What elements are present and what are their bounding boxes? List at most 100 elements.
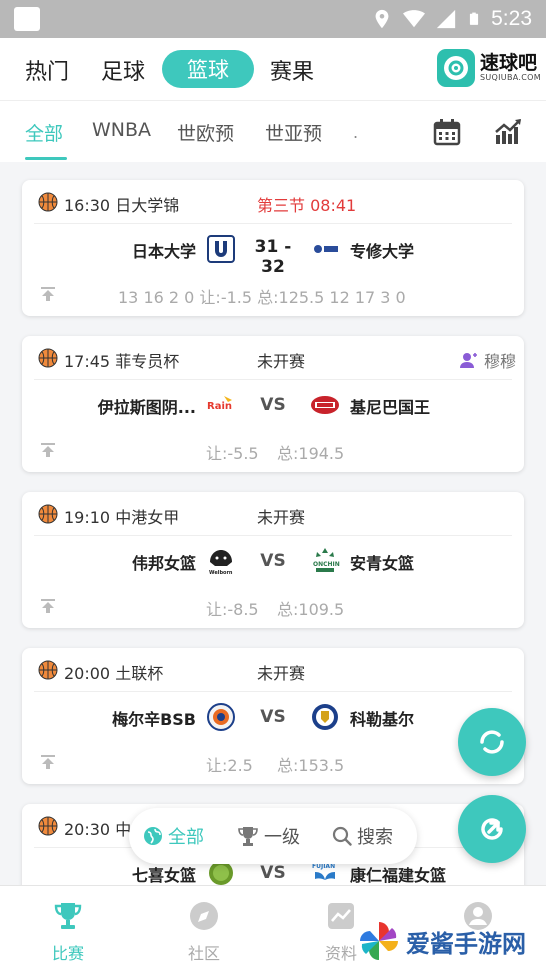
rotate-arrow-icon xyxy=(481,818,503,840)
bottom-tab-label: 比赛 xyxy=(51,944,84,963)
match-time-league: 16:30 日大学锦 xyxy=(64,196,180,215)
status-bar: 5:23 xyxy=(0,0,546,38)
follower-tag[interactable]: 穆穆 xyxy=(459,348,516,372)
notification-icon xyxy=(14,7,40,31)
subtab-euro-qualifier[interactable]: 世欧预 xyxy=(177,119,234,146)
total-odds: 总:153.5 xyxy=(277,756,345,775)
tab-basketball[interactable]: 篮球 xyxy=(162,50,254,88)
tab-results[interactable]: 赛果 xyxy=(270,54,314,86)
away-team-name: 康仁福建女篮 xyxy=(350,866,447,885)
top-nav: 热门 足球 篮球 赛果 速球吧 SUQIUBA.COM xyxy=(0,38,546,100)
handicap-odds: 让:-5.5 xyxy=(206,444,259,463)
match-time-league: 20:30 中 xyxy=(64,820,132,839)
home-team-logo xyxy=(207,235,235,263)
match-card[interactable]: 17:45 菲专员杯 未开赛 穆穆 伊拉斯图阴... Rain VS 基尼巴国王… xyxy=(22,336,524,472)
refresh-icon xyxy=(480,730,504,754)
signal-icon xyxy=(436,9,456,29)
match-status: 第三节 08:41 xyxy=(257,196,357,215)
away-team-name: 安青女篮 xyxy=(350,554,415,573)
filter-search[interactable]: 搜索 xyxy=(332,823,393,849)
location-icon xyxy=(375,9,389,29)
svg-text:Welborn: Welborn xyxy=(209,570,233,576)
tab-football[interactable]: 足球 xyxy=(101,54,145,86)
logo-badge-icon xyxy=(437,49,475,87)
search-icon xyxy=(332,826,352,846)
home-team-name: 七喜女篮 xyxy=(131,866,196,885)
handicap-odds: 让:-8.5 xyxy=(206,600,259,619)
away-team-logo xyxy=(312,704,338,730)
match-time-league: 20:00 土联杯 xyxy=(64,664,164,683)
tab-hot[interactable]: 热门 xyxy=(25,54,69,86)
away-team-name: 科勒基尔 xyxy=(350,710,415,729)
clock: 5:23 xyxy=(491,7,532,30)
pin-top-icon[interactable] xyxy=(40,442,56,458)
basketball-icon xyxy=(38,192,58,212)
calendar-icon[interactable] xyxy=(432,117,462,147)
logo-title: 速球吧 xyxy=(480,52,538,74)
chart-icon xyxy=(328,903,354,929)
match-card[interactable]: 19:10 中港女甲 未开赛 伟邦女篮 Welborn VS ONCHING 安… xyxy=(22,492,524,628)
match-card[interactable]: 16:30 日大学锦 第三节 08:41 日本大学 31 - 32 专修大学 1… xyxy=(22,180,524,316)
match-status: 未开赛 xyxy=(257,508,306,527)
match-card[interactable]: 20:00 土联杯 未开赛 梅尔辛BSB VS 科勒基尔 让:2.5 总:153… xyxy=(22,648,524,784)
away-team-logo xyxy=(314,245,338,253)
app-logo: 速球吧 SUQIUBA.COM xyxy=(437,49,541,87)
away-team-name: 专修大学 xyxy=(350,242,415,261)
filter-all[interactable]: 全部 xyxy=(143,823,204,849)
subtab-wnba[interactable]: WNBA xyxy=(92,119,151,141)
total-odds: 总:109.5 xyxy=(277,600,345,619)
home-team-name: 日本大学 xyxy=(131,242,196,261)
total-odds: 总:194.5 xyxy=(277,444,345,463)
home-team-logo: Welborn xyxy=(209,550,233,576)
pinwheel-logo-icon xyxy=(360,922,398,960)
match-time-league: 17:45 菲专员杯 xyxy=(64,352,180,371)
versus-label: VS xyxy=(260,863,286,883)
handicap-odds: 让:2.5 xyxy=(206,756,253,775)
pin-top-icon[interactable] xyxy=(40,598,56,614)
watermark: 爱酱手游网 xyxy=(358,920,526,962)
live-odds-line: 13 16 2 0 让:-1.5 总:125.5 12 17 3 0 xyxy=(118,288,406,307)
versus-label: VS xyxy=(260,707,286,727)
subtab-all[interactable]: 全部 xyxy=(25,119,63,146)
active-tab-indicator xyxy=(25,157,67,160)
user-add-icon xyxy=(459,353,477,368)
basketball-icon xyxy=(38,504,58,524)
svg-text:Rain: Rain xyxy=(207,401,232,412)
bottom-tab-label: 社区 xyxy=(187,944,220,963)
trophy-icon xyxy=(238,827,258,846)
battery-icon xyxy=(470,12,479,25)
more-dot: . xyxy=(353,123,359,142)
filter-level1[interactable]: 一级 xyxy=(237,823,300,849)
subtab-asia-qualifier[interactable]: 世亚预 xyxy=(265,119,322,146)
pin-top-icon[interactable] xyxy=(40,286,56,302)
stats-chart-icon[interactable] xyxy=(493,117,523,147)
basketball-icon xyxy=(38,816,58,836)
pin-top-icon[interactable] xyxy=(40,754,56,770)
versus-label: VS xyxy=(260,551,286,571)
versus-label: VS xyxy=(260,395,286,415)
away-team-name: 基尼巴国王 xyxy=(350,398,431,417)
filter-bar: 全部 一级 搜索 xyxy=(129,808,417,864)
home-team-name: 伟邦女篮 xyxy=(131,554,196,573)
home-team-logo: Rain xyxy=(207,396,232,412)
match-status: 未开赛 xyxy=(257,352,306,371)
bottom-tab-matches[interactable]: 比赛 xyxy=(33,900,103,964)
home-team-name: 伊拉斯图阴... xyxy=(97,398,196,417)
trophy-icon xyxy=(54,903,82,929)
match-status: 未开赛 xyxy=(257,664,306,683)
globe-icon xyxy=(144,827,162,845)
logo-subtitle: SUQIUBA.COM xyxy=(480,73,541,82)
away-team-logo xyxy=(311,396,339,414)
basketball-icon xyxy=(38,348,58,368)
refresh-button[interactable] xyxy=(458,708,526,776)
league-tabs: 全部 WNBA 世欧预 世亚预 . xyxy=(0,100,546,162)
away-team-logo: ONCHING xyxy=(313,548,340,572)
watermark-text: 爱酱手游网 xyxy=(406,929,526,958)
bottom-tab-community[interactable]: 社区 xyxy=(169,900,239,964)
back-to-top-button[interactable] xyxy=(458,795,526,863)
wifi-icon xyxy=(403,10,426,28)
svg-text:ONCHING: ONCHING xyxy=(313,561,340,568)
home-team-logo xyxy=(207,703,235,731)
basketball-icon xyxy=(38,660,58,680)
match-time-league: 19:10 中港女甲 xyxy=(64,508,180,527)
